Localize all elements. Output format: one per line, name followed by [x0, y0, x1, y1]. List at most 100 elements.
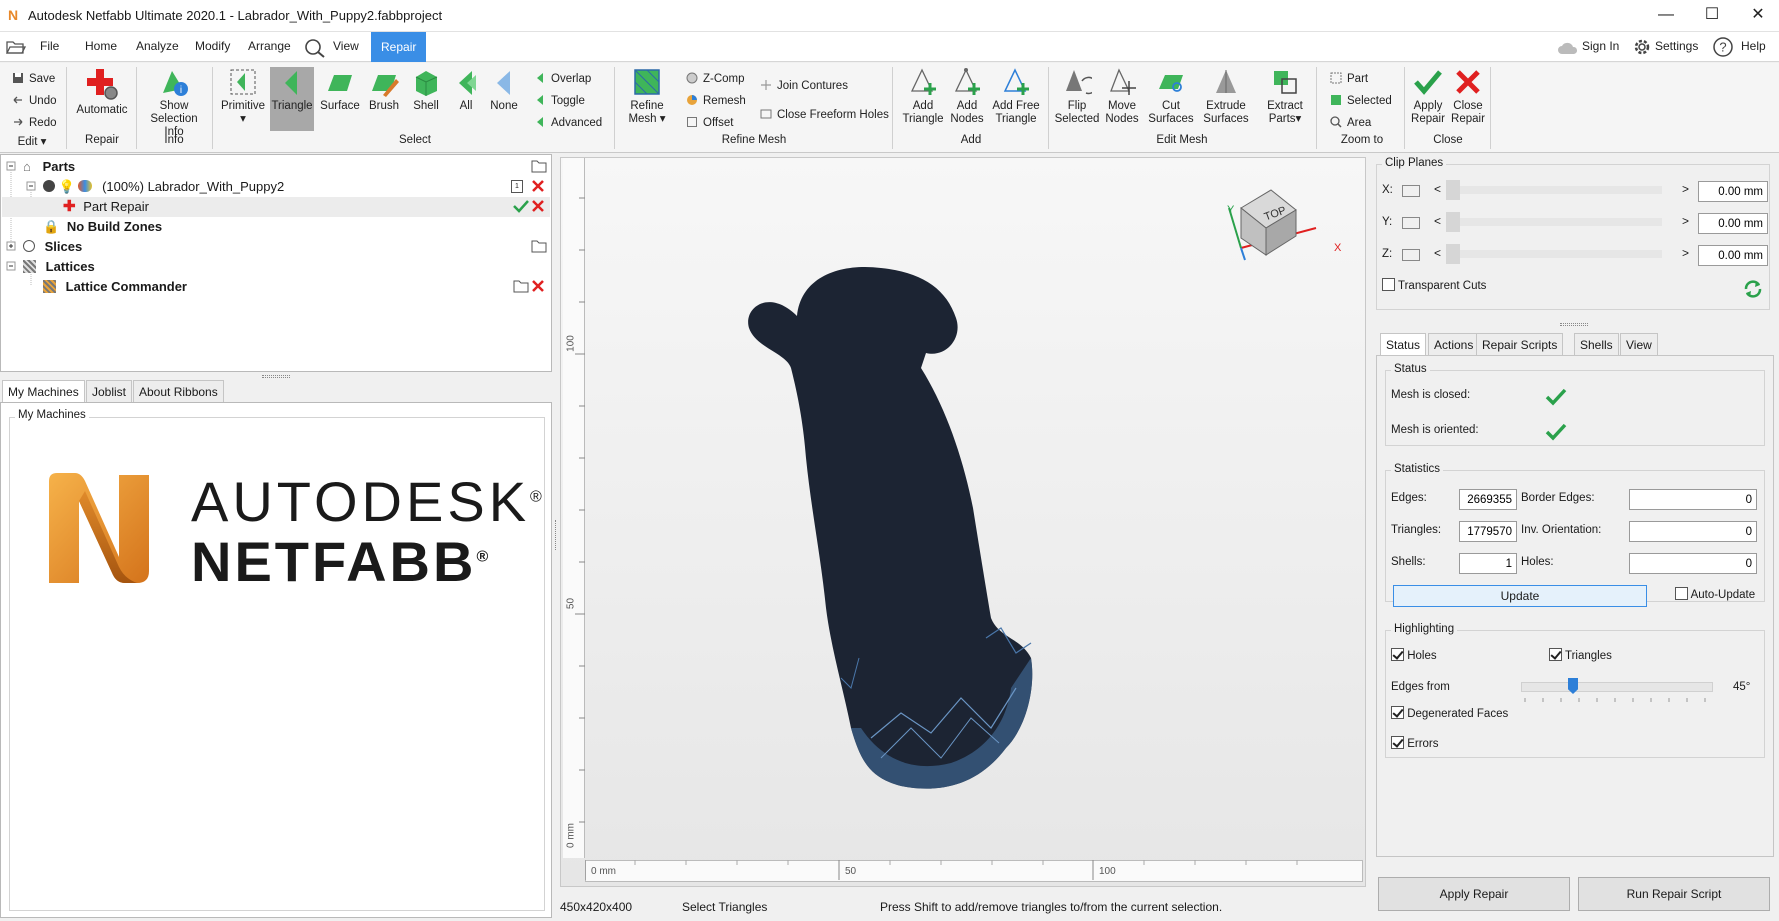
- extract-parts-button[interactable]: Extract Parts▾: [1258, 67, 1312, 126]
- highlight-holes-box[interactable]: [1391, 648, 1404, 661]
- select-all-button[interactable]: All: [450, 67, 482, 113]
- clip-z-right-arrow[interactable]: >: [1682, 246, 1689, 260]
- tab-view[interactable]: View: [1620, 333, 1658, 355]
- surface-select-button[interactable]: Surface: [318, 67, 362, 113]
- update-button[interactable]: Update: [1393, 585, 1647, 607]
- tree-item-part-repair[interactable]: ✚ Part Repair: [63, 197, 149, 217]
- maximize-button[interactable]: ☐: [1689, 0, 1735, 32]
- cancel-repair-icon[interactable]: [531, 199, 545, 213]
- menu-modify[interactable]: Modify: [195, 39, 230, 53]
- clip-x-toggle[interactable]: [1402, 185, 1420, 197]
- tab-joblist[interactable]: Joblist: [86, 380, 133, 402]
- splitter-grip[interactable]: [1560, 323, 1588, 326]
- clip-x-right-arrow[interactable]: >: [1682, 182, 1689, 196]
- clip-x-field[interactable]: [1698, 181, 1768, 202]
- clip-y-right-arrow[interactable]: >: [1682, 214, 1689, 228]
- join-contures-button[interactable]: Join Contures: [760, 79, 848, 92]
- border-edges-field[interactable]: [1629, 489, 1757, 510]
- automatic-repair-button[interactable]: Automatic: [72, 67, 132, 117]
- transparent-cuts-checkbox[interactable]: Transparent Cuts: [1382, 278, 1486, 292]
- tree-item-part[interactable]: 💡 (100%) Labrador_With_Puppy2: [43, 177, 284, 197]
- undo-button[interactable]: Undo: [12, 94, 57, 107]
- zoom-selected-button[interactable]: Selected: [1330, 94, 1392, 107]
- highlight-triangles-box[interactable]: [1549, 648, 1562, 661]
- clip-y-slider[interactable]: [1446, 212, 1662, 232]
- gear-icon[interactable]: [1632, 37, 1652, 57]
- clip-z-field[interactable]: [1698, 245, 1768, 266]
- clip-y-toggle[interactable]: [1402, 217, 1420, 229]
- redo-button[interactable]: Redo: [12, 116, 57, 129]
- holes-field[interactable]: [1629, 553, 1757, 574]
- 3d-viewport[interactable]: 100 50 0 mm 0 mm 50 100 TOP X Y: [560, 157, 1366, 887]
- tree-item-lattice-commander[interactable]: Lattice Commander: [43, 277, 187, 297]
- vertical-splitter-grip[interactable]: [555, 520, 558, 550]
- add-nodes-button[interactable]: Add Nodes: [942, 67, 992, 126]
- degenerated-faces-box[interactable]: [1391, 706, 1404, 719]
- brush-select-button[interactable]: Brush: [364, 67, 404, 113]
- edges-field[interactable]: [1459, 489, 1517, 510]
- remesh-button[interactable]: Remesh: [686, 94, 746, 107]
- triangle-select-button[interactable]: Triangle: [270, 67, 314, 131]
- tab-status[interactable]: Status: [1380, 333, 1427, 356]
- close-window-button[interactable]: ✕: [1735, 0, 1779, 32]
- flip-selected-button[interactable]: Flip Selected: [1052, 67, 1102, 126]
- settings-link[interactable]: Settings: [1655, 39, 1698, 53]
- tab-repair-scripts[interactable]: Repair Scripts: [1476, 333, 1564, 355]
- auto-update-box[interactable]: [1675, 587, 1688, 600]
- tree-item-parts[interactable]: ⌂ Parts: [23, 157, 75, 177]
- menu-arrange[interactable]: Arrange: [248, 39, 291, 53]
- edges-from-slider[interactable]: [1521, 678, 1713, 694]
- tab-my-machines[interactable]: My Machines: [2, 380, 85, 403]
- clip-x-slider[interactable]: [1446, 180, 1662, 200]
- apply-repair-ribbon-button[interactable]: Apply Repair: [1408, 67, 1448, 126]
- open-folder-icon[interactable]: [513, 279, 529, 293]
- menu-file[interactable]: File: [40, 39, 59, 53]
- view-cube[interactable]: [1221, 180, 1331, 270]
- select-none-button[interactable]: None: [488, 67, 520, 113]
- clip-y-field[interactable]: [1698, 213, 1768, 234]
- cut-surfaces-button[interactable]: Cut Surfaces: [1146, 67, 1196, 126]
- errors-checkbox[interactable]: Errors: [1391, 736, 1439, 750]
- splitter-grip[interactable]: [262, 375, 290, 378]
- degenerated-faces-checkbox[interactable]: Degenerated Faces: [1391, 706, 1508, 720]
- tree-item-no-build-zones[interactable]: 🔒 No Build Zones: [43, 217, 162, 237]
- help-icon[interactable]: ?: [1712, 36, 1734, 58]
- clip-z-slider[interactable]: [1446, 244, 1662, 264]
- shells-field[interactable]: [1459, 553, 1517, 574]
- edges-from-slider-thumb[interactable]: [1568, 678, 1578, 694]
- tab-actions[interactable]: Actions: [1428, 333, 1480, 355]
- tab-about-ribbons[interactable]: About Ribbons: [133, 380, 224, 402]
- zoom-area-button[interactable]: Area: [1330, 116, 1371, 129]
- advanced-button[interactable]: Advanced: [534, 116, 602, 129]
- clip-z-left-arrow[interactable]: <: [1434, 246, 1441, 260]
- apply-repair-button[interactable]: Apply Repair: [1378, 877, 1570, 911]
- clip-y-left-arrow[interactable]: <: [1434, 214, 1441, 228]
- sign-in-link[interactable]: Sign In: [1582, 39, 1619, 53]
- transparent-cuts-box[interactable]: [1382, 278, 1395, 291]
- close-repair-button[interactable]: Close Repair: [1448, 67, 1488, 126]
- tree-item-lattices[interactable]: Lattices: [23, 257, 95, 277]
- zoom-part-button[interactable]: Part: [1330, 72, 1368, 85]
- part-count-badge[interactable]: 1: [511, 180, 523, 193]
- close-freeform-holes-button[interactable]: Close Freeform Holes: [760, 108, 889, 121]
- move-nodes-button[interactable]: Move Nodes: [1098, 67, 1146, 126]
- tree-item-slices[interactable]: Slices: [23, 237, 82, 257]
- menu-home[interactable]: Home: [85, 39, 117, 53]
- shell-select-button[interactable]: Shell: [406, 67, 446, 113]
- refine-mesh-button[interactable]: Refine Mesh ▾: [620, 67, 674, 126]
- show-selection-info-button[interactable]: i Show Selection Info: [140, 67, 208, 139]
- toggle-button[interactable]: Toggle: [534, 94, 585, 107]
- open-folder-icon[interactable]: [531, 239, 547, 253]
- z-comp-button[interactable]: Z-Comp: [686, 72, 745, 85]
- run-repair-script-button[interactable]: Run Repair Script: [1578, 877, 1770, 911]
- add-triangle-button[interactable]: Add Triangle: [898, 67, 948, 126]
- highlight-triangles-checkbox[interactable]: Triangles: [1549, 648, 1612, 662]
- overlap-button[interactable]: Overlap: [534, 72, 591, 85]
- highlight-holes-checkbox[interactable]: Holes: [1391, 648, 1437, 662]
- errors-box[interactable]: [1391, 736, 1404, 749]
- mesh-model[interactable]: [731, 258, 1151, 818]
- save-button[interactable]: Save: [12, 72, 55, 85]
- remove-part-icon[interactable]: [531, 179, 545, 193]
- auto-update-checkbox[interactable]: Auto-Update: [1675, 587, 1755, 601]
- clip-x-left-arrow[interactable]: <: [1434, 182, 1441, 196]
